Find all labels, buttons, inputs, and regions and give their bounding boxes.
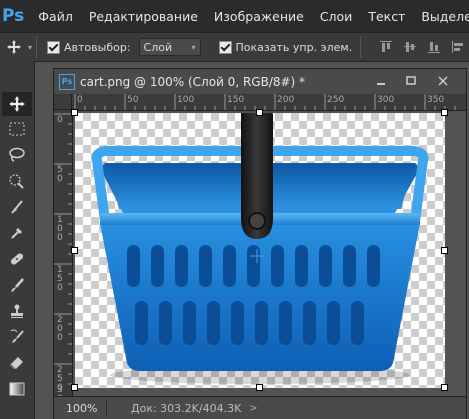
ruler-label: 5 0	[57, 165, 63, 184]
ruler-label: 3 0	[57, 385, 63, 397]
menu-layer[interactable]: Слои	[312, 9, 361, 24]
transform-handle[interactable]	[71, 109, 78, 116]
marquee-icon[interactable]	[2, 117, 32, 141]
maximize-button[interactable]	[397, 72, 424, 90]
transform-handle[interactable]	[71, 384, 78, 391]
ruler-label: 1 0 0	[57, 215, 63, 243]
menu-select[interactable]: Выделение	[413, 9, 469, 24]
menu-bar: Ps Файл Редактирование Изображение Слои …	[0, 0, 469, 32]
autoselect-checkbox[interactable]	[47, 40, 61, 54]
chevron-right-icon[interactable]: >	[249, 403, 257, 414]
history-brush-icon[interactable]	[2, 325, 32, 349]
menu-type[interactable]: Текст	[360, 9, 413, 24]
eyedropper-icon[interactable]	[2, 221, 32, 245]
autoselect-value: Слой	[143, 40, 173, 54]
ruler-label: 250	[327, 95, 345, 105]
divider	[36, 36, 38, 58]
ruler-label: 0	[77, 95, 83, 105]
ruler-label: 50	[127, 95, 139, 105]
transform-handle[interactable]	[256, 384, 263, 391]
transform-handle[interactable]	[71, 247, 78, 254]
transform-handle[interactable]	[441, 109, 448, 116]
autoselect-dropdown[interactable]: Слой ▾	[138, 38, 201, 56]
transform-handle[interactable]	[441, 247, 448, 254]
document-title: cart.png @ 100% (Слой 0, RGB/8#) *	[80, 74, 306, 89]
align-vcenter-icon[interactable]	[403, 40, 417, 54]
align-bottom-icon[interactable]	[427, 40, 441, 54]
image-canvas[interactable]	[71, 109, 448, 391]
align-left-icon[interactable]	[451, 40, 465, 54]
basket-image	[91, 113, 429, 384]
document-size[interactable]: Док: 303.2K/404.3K	[131, 402, 241, 415]
zoom-field[interactable]: 100%	[54, 402, 102, 415]
options-bar: ▾ Автовыбор: Слой ▾ Показать упр. элем.	[0, 32, 469, 62]
move-icon[interactable]	[2, 92, 32, 116]
ruler-label: 0	[57, 115, 63, 125]
transform-handle[interactable]	[256, 109, 263, 116]
close-button[interactable]	[429, 72, 456, 90]
crop-icon[interactable]	[2, 195, 32, 219]
ps-file-icon: Ps	[59, 73, 75, 90]
gradient-icon[interactable]	[2, 377, 32, 401]
brush-icon[interactable]	[2, 273, 32, 297]
ruler-label: 100	[177, 95, 195, 105]
app-logo: Ps	[2, 6, 25, 26]
lasso-icon[interactable]	[2, 143, 32, 167]
document-tab[interactable]: Ps cart.png @ 100% (Слой 0, RGB/8#) *	[54, 69, 466, 94]
ruler-label: 300	[377, 95, 395, 105]
document-window: Ps cart.png @ 100% (Слой 0, RGB/8#) * 0 …	[53, 68, 467, 419]
stamp-icon[interactable]	[2, 299, 32, 323]
menu-image[interactable]: Изображение	[206, 9, 312, 24]
divider	[360, 36, 362, 58]
ruler-label: 200	[277, 95, 295, 105]
show-controls-label: Показать упр. элем.	[235, 40, 353, 54]
status-bar: 100% Док: 303.2K/404.3K >	[54, 396, 466, 419]
chevron-down-icon[interactable]: ▾	[28, 43, 32, 52]
horizontal-ruler[interactable]: 0 50 100 150 200 250 300 350	[72, 94, 466, 111]
healing-brush-icon[interactable]	[2, 247, 32, 271]
ruler-label: 150	[227, 95, 245, 105]
ruler-label: 1 5 0	[57, 265, 63, 293]
show-controls-checkbox[interactable]	[218, 40, 232, 54]
ruler-label: 350	[427, 95, 445, 105]
quick-select-icon[interactable]	[2, 169, 32, 193]
menu-file[interactable]: Файл	[30, 9, 81, 24]
move-tool-preset-icon[interactable]	[0, 39, 28, 55]
ruler-ticks	[54, 113, 72, 385]
ruler-corner[interactable]	[54, 94, 72, 110]
ruler-label: 2 0 0	[57, 315, 63, 343]
divider	[106, 400, 107, 416]
eraser-icon[interactable]	[2, 351, 32, 375]
transform-handle[interactable]	[441, 384, 448, 391]
autoselect-label: Автовыбор:	[64, 40, 131, 54]
close-icon	[437, 76, 448, 86]
tools-panel	[0, 61, 35, 419]
menu-edit[interactable]: Редактирование	[81, 9, 206, 24]
chevron-down-icon: ▾	[191, 42, 196, 52]
align-top-icon[interactable]	[379, 40, 393, 54]
canvas-area[interactable]	[71, 109, 466, 396]
minimize-button[interactable]	[367, 72, 394, 90]
